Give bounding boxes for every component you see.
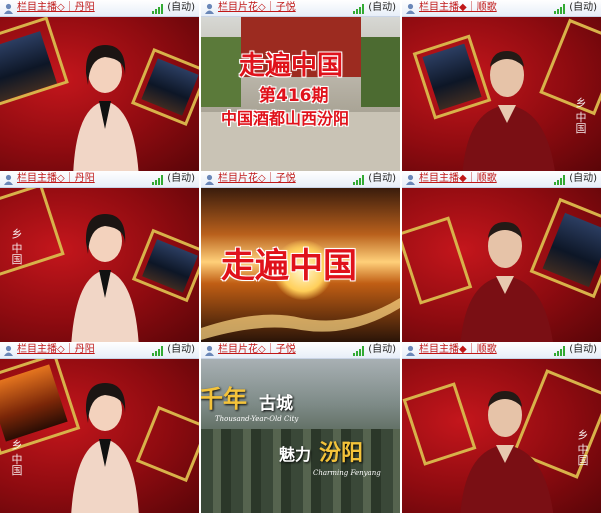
signal-strength-icon <box>152 345 165 356</box>
promo-video-feed: 千年 古城 Thousand-Year-Old City 魅力 汾阳 Charm… <box>201 359 400 513</box>
host-figure <box>460 391 554 513</box>
user-avatar-icon <box>3 345 14 356</box>
host-video-feed <box>0 17 199 171</box>
video-tile-host-danyang[interactable]: 栏目主播◇｜丹阳 (自动) <box>0 0 199 171</box>
tile-status[interactable]: (自动) <box>167 171 195 187</box>
tile-title[interactable]: 栏目主播◆｜顺歌 <box>419 0 497 16</box>
host-video-feed: 乡 中国 <box>402 359 601 513</box>
tile-header: 栏目主播◇｜丹阳 (自动) <box>0 342 199 359</box>
episode-number: 第416期 <box>259 86 329 106</box>
promo-video-feed: 走遍中国 <box>201 188 400 342</box>
tile-header: 栏目主播◇｜丹阳 (自动) <box>0 0 199 17</box>
host-figure <box>73 45 139 171</box>
tile-status[interactable]: (自动) <box>368 342 396 358</box>
host-figure <box>71 214 139 342</box>
tile-title[interactable]: 栏目主播◆｜顺歌 <box>419 171 497 187</box>
tile-header: 栏目主播◇｜丹阳 (自动) <box>0 171 199 188</box>
signal-strength-icon <box>554 345 567 356</box>
calligraphy-logo: 乡 中国 <box>576 429 589 466</box>
video-tile-host-danyang[interactable]: 栏目主播◇｜丹阳 (自动) 乡 中国 <box>0 342 199 513</box>
host-video-feed: 乡 中国 <box>402 17 601 171</box>
promo-title-white-2: 魅力 <box>279 445 312 464</box>
host-video-feed <box>402 188 601 342</box>
video-wall: 栏目主播◇｜丹阳 (自动) 栏目片花◇｜子悦 (自动) 走遍中国 第416期 中… <box>0 0 601 513</box>
video-tile-promo-ziyue[interactable]: 栏目片花◇｜子悦 (自动) 千年 古城 Thousand-Year-Old Ci… <box>201 342 400 513</box>
calligraphy-logo: 乡 中国 <box>574 97 587 134</box>
user-avatar-icon <box>405 174 416 185</box>
signal-strength-icon <box>554 3 567 14</box>
program-title: 走遍中国 <box>239 51 344 81</box>
host-figure <box>460 222 553 342</box>
tile-status[interactable]: (自动) <box>569 171 597 187</box>
promo-video-feed: 走遍中国 第416期 中国酒都山西汾阳 <box>201 17 400 171</box>
tile-header: 栏目主播◆｜顺歌 (自动) <box>402 0 601 17</box>
calligraphy-logo: 乡 中国 <box>10 228 23 265</box>
video-tile-promo-ziyue[interactable]: 栏目片花◇｜子悦 (自动) 走遍中国 第416期 中国酒都山西汾阳 <box>201 0 400 171</box>
user-avatar-icon <box>204 174 215 185</box>
promo-title-gold: 千年 <box>201 384 247 413</box>
promo-subtitle-en: Thousand-Year-Old City <box>215 415 299 423</box>
video-tile-promo-ziyue[interactable]: 栏目片花◇｜子悦 (自动) 走遍中国 <box>201 171 400 342</box>
video-tile-host-shunge[interactable]: 栏目主播◆｜顺歌 (自动) 乡 中国 <box>402 342 601 513</box>
tile-title[interactable]: 栏目片花◇｜子悦 <box>218 171 296 187</box>
tile-status[interactable]: (自动) <box>569 0 597 16</box>
video-tile-host-shunge[interactable]: 栏目主播◆｜顺歌 (自动) 乡 中国 <box>402 0 601 171</box>
signal-strength-icon <box>152 3 165 14</box>
tile-header: 栏目主播◆｜顺歌 (自动) <box>402 171 601 188</box>
tile-title[interactable]: 栏目主播◇｜丹阳 <box>17 0 95 16</box>
video-tile-host-danyang[interactable]: 栏目主播◇｜丹阳 (自动) 乡 中国 <box>0 171 199 342</box>
tile-status[interactable]: (自动) <box>167 342 195 358</box>
tile-title[interactable]: 栏目片花◇｜子悦 <box>218 342 296 358</box>
signal-strength-icon <box>353 174 366 185</box>
tile-title[interactable]: 栏目主播◇｜丹阳 <box>17 342 95 358</box>
signal-strength-icon <box>353 3 366 14</box>
promo-subtitle-en-2: Charming Fenyang <box>313 469 381 477</box>
tile-header: 栏目片花◇｜子悦 (自动) <box>201 342 400 359</box>
tile-status[interactable]: (自动) <box>368 171 396 187</box>
tile-status[interactable]: (自动) <box>368 0 396 16</box>
host-video-feed: 乡 中国 <box>0 359 199 513</box>
promo-title-white: 古城 <box>259 394 293 414</box>
signal-strength-icon <box>152 174 165 185</box>
user-avatar-icon <box>405 345 416 356</box>
video-tile-host-shunge[interactable]: 栏目主播◆｜顺歌 (自动) <box>402 171 601 342</box>
signal-strength-icon <box>353 345 366 356</box>
tile-title[interactable]: 栏目主播◆｜顺歌 <box>419 342 497 358</box>
tile-title[interactable]: 栏目片花◇｜子悦 <box>218 0 296 16</box>
tile-title[interactable]: 栏目主播◇｜丹阳 <box>17 171 95 187</box>
tile-header: 栏目片花◇｜子悦 (自动) <box>201 0 400 17</box>
host-video-feed: 乡 中国 <box>0 188 199 342</box>
host-figure <box>462 51 555 171</box>
calligraphy-logo: 乡 中国 <box>10 439 23 476</box>
signal-strength-icon <box>554 174 567 185</box>
episode-subtitle: 中国酒都山西汾阳 <box>221 109 350 128</box>
user-avatar-icon <box>204 345 215 356</box>
tile-header: 栏目主播◆｜顺歌 (自动) <box>402 342 601 359</box>
tile-status[interactable]: (自动) <box>167 0 195 16</box>
user-avatar-icon <box>204 3 215 14</box>
user-avatar-icon <box>3 3 14 14</box>
tile-header: 栏目片花◇｜子悦 (自动) <box>201 171 400 188</box>
user-avatar-icon <box>405 3 416 14</box>
promo-title-gold-2: 汾阳 <box>319 440 364 466</box>
host-figure <box>71 383 139 513</box>
tile-status[interactable]: (自动) <box>569 342 597 358</box>
program-title: 走遍中国 <box>221 246 357 286</box>
user-avatar-icon <box>3 174 14 185</box>
